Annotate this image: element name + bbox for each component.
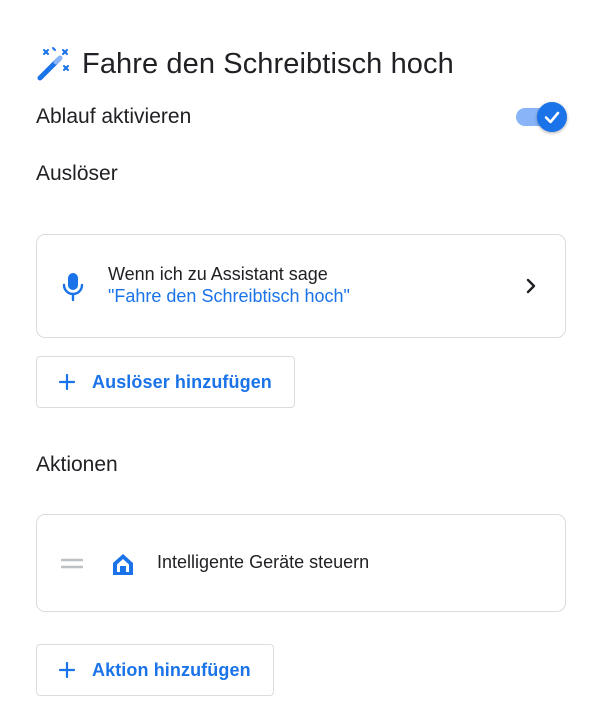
trigger-text: Wenn ich zu Assistant sage "Fahre den Sc… [108, 263, 350, 307]
toggle-knob [537, 102, 567, 132]
activate-toggle[interactable] [514, 99, 568, 135]
home-icon [110, 551, 136, 577]
chevron-right-icon [523, 275, 539, 297]
add-action-label: Aktion hinzufügen [92, 659, 251, 680]
add-action-button[interactable]: Aktion hinzufügen [36, 644, 274, 696]
activate-label: Ablauf aktivieren [36, 105, 192, 128]
trigger-title: Wenn ich zu Assistant sage [108, 264, 328, 284]
checkmark-icon [544, 111, 560, 124]
trigger-card[interactable]: Wenn ich zu Assistant sage "Fahre den Sc… [36, 234, 566, 338]
drag-handle-icon[interactable] [60, 557, 84, 571]
plus-icon [57, 660, 77, 680]
action-label: Intelligente Geräte steuern [157, 552, 370, 572]
add-trigger-label: Auslöser hinzufügen [92, 371, 272, 392]
page-header: Fahre den Schreibtisch hoch [36, 42, 454, 86]
actions-section-label: Aktionen [36, 453, 118, 476]
magic-wand-icon [36, 46, 72, 82]
add-trigger-button[interactable]: Auslöser hinzufügen [36, 356, 295, 408]
microphone-icon [61, 271, 85, 303]
action-card[interactable]: Intelligente Geräte steuern [36, 514, 566, 612]
page-title: Fahre den Schreibtisch hoch [82, 47, 454, 80]
trigger-phrase: "Fahre den Schreibtisch hoch" [108, 286, 350, 306]
triggers-section-label: Auslöser [36, 162, 118, 185]
activate-row: Ablauf aktivieren [36, 98, 568, 136]
plus-icon [57, 372, 77, 392]
